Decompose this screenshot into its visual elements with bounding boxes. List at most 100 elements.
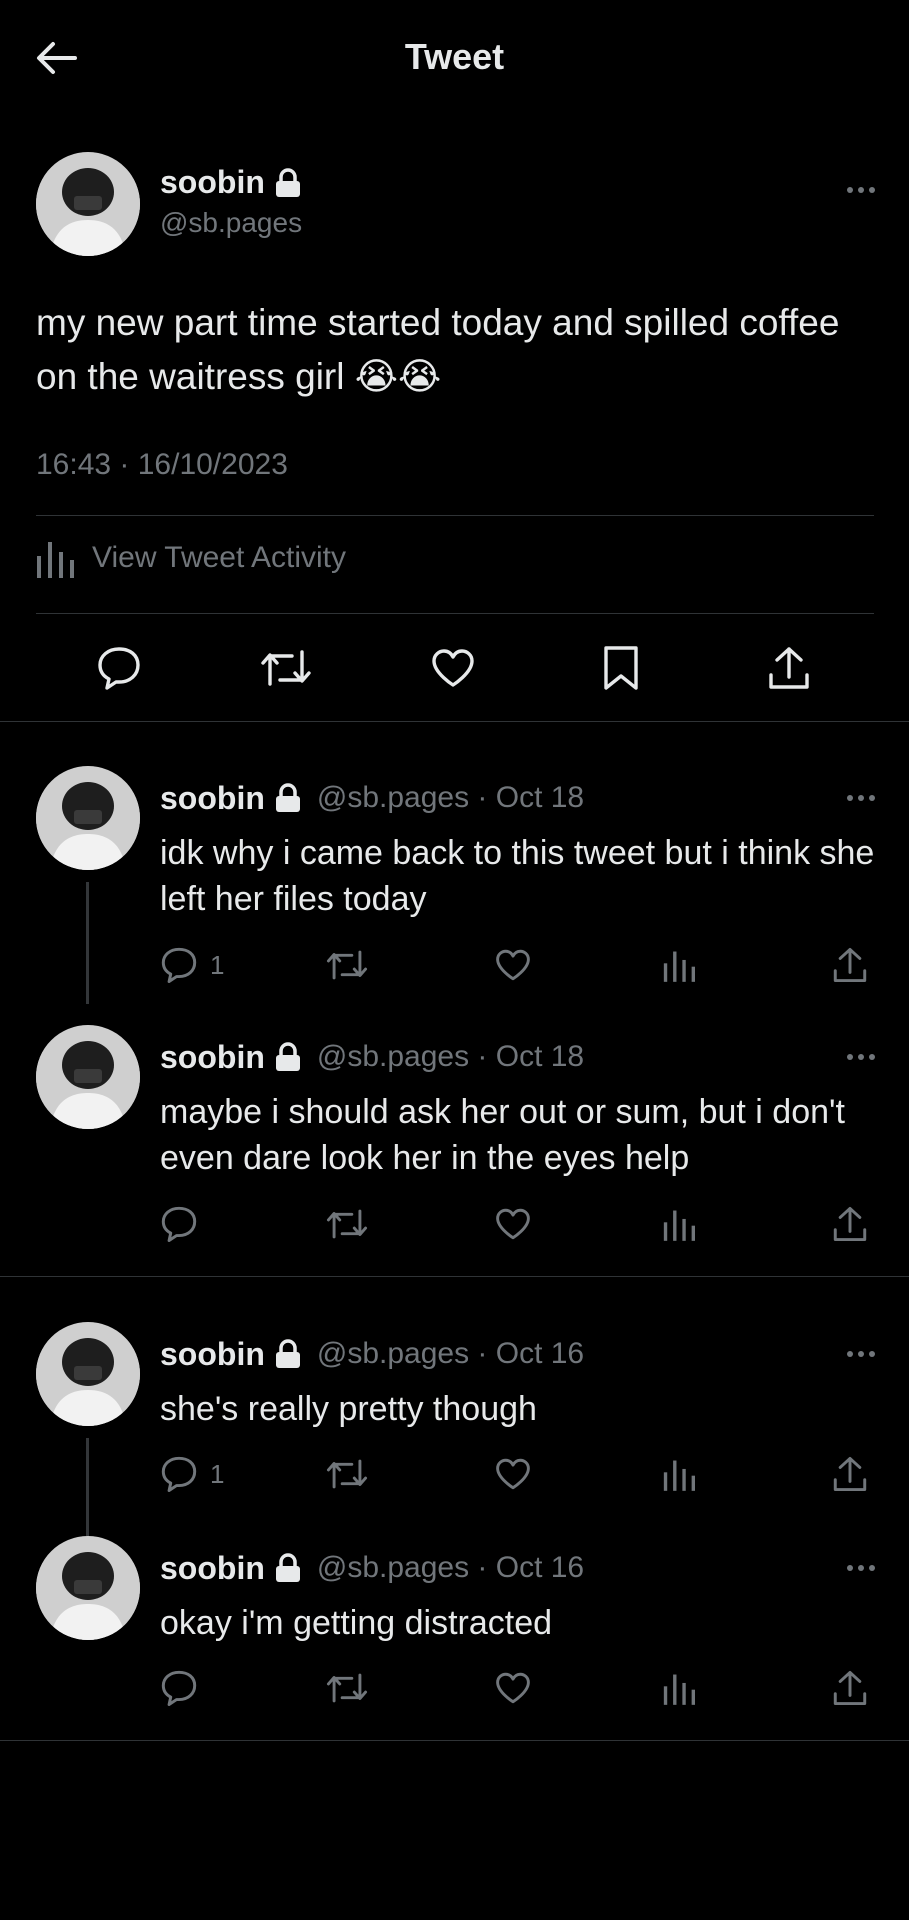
avatar[interactable] — [36, 766, 140, 870]
like-button[interactable] — [494, 1449, 532, 1499]
lock-icon — [275, 783, 300, 812]
analytics-icon — [663, 1674, 695, 1705]
reply-button[interactable] — [160, 1199, 210, 1249]
reply-button[interactable] — [87, 636, 151, 700]
heart-icon — [496, 1208, 530, 1240]
reply-meta: @sb.pages · Oct 16 — [316, 1551, 585, 1584]
tweet-text: my new part time started today and spill… — [36, 296, 876, 404]
avatar[interactable] — [36, 1025, 140, 1129]
avatar[interactable] — [36, 1536, 140, 1640]
analytics-button[interactable] — [663, 940, 695, 990]
like-button[interactable] — [494, 940, 532, 990]
share-button[interactable] — [832, 1449, 868, 1499]
heart-icon — [496, 949, 530, 981]
reply-count: 1 — [210, 949, 225, 980]
top-bar: Tweet — [0, 0, 909, 118]
divider — [0, 1740, 909, 1741]
reply-header: soobin @sb.pages · Oct 16 — [160, 1332, 584, 1376]
retweet-button[interactable] — [326, 1199, 368, 1249]
bookmark-button[interactable] — [589, 636, 653, 700]
avatar[interactable] — [36, 152, 140, 256]
analytics-button[interactable] — [663, 1663, 695, 1713]
view-tweet-activity-button[interactable]: View Tweet Activity — [36, 528, 346, 588]
heart-icon — [432, 649, 474, 687]
analytics-button[interactable] — [663, 1449, 695, 1499]
reply-header: soobin @sb.pages · Oct 18 — [160, 1035, 584, 1079]
more-options-button[interactable] — [841, 1045, 881, 1069]
crying-emoji: 😭 — [354, 355, 398, 398]
share-button[interactable] — [832, 1663, 868, 1713]
retweet-button[interactable] — [326, 940, 368, 990]
reply-header: soobin @sb.pages · Oct 16 — [160, 1546, 584, 1590]
reply-icon — [161, 1670, 197, 1707]
retweet-button[interactable] — [326, 1663, 368, 1713]
reply-meta: @sb.pages · Oct 18 — [316, 781, 585, 814]
reply-button[interactable]: 1 — [160, 1449, 224, 1499]
avatar[interactable] — [36, 1322, 140, 1426]
share-button[interactable] — [757, 636, 821, 700]
like-button[interactable] — [494, 1663, 532, 1713]
reply-button[interactable]: 1 — [160, 940, 224, 990]
divider — [36, 515, 874, 516]
more-horizontal-icon — [847, 1351, 875, 1357]
lock-icon — [275, 1553, 300, 1582]
divider — [36, 613, 874, 614]
heart-icon — [496, 1458, 530, 1490]
heart-icon — [496, 1672, 530, 1704]
bookmark-icon — [604, 646, 638, 690]
reply-actions — [160, 1199, 882, 1249]
reply-button[interactable] — [160, 1663, 210, 1713]
author-name[interactable]: soobin — [160, 1039, 265, 1076]
share-icon — [833, 1670, 867, 1706]
analytics-button[interactable] — [663, 1199, 695, 1249]
share-button[interactable] — [832, 940, 868, 990]
author-handle: @sb.pages — [160, 207, 303, 238]
reply-header: soobin @sb.pages · Oct 18 — [160, 776, 584, 820]
reply-text: maybe i should ask her out or sum, but i… — [160, 1093, 845, 1177]
reply-tweet[interactable]: soobin @sb.pages · Oct 18 maybe i should… — [0, 1025, 909, 1255]
more-horizontal-icon — [847, 1565, 875, 1571]
more-options-button[interactable] — [841, 1342, 881, 1366]
retweet-icon — [326, 950, 368, 980]
more-options-button[interactable] — [841, 178, 881, 202]
reply-actions: 1 — [160, 940, 882, 990]
reply-actions — [160, 1663, 882, 1713]
reply-tweet[interactable]: soobin @sb.pages · Oct 16 she's really p… — [0, 1322, 909, 1538]
share-icon — [833, 947, 867, 983]
thread-line — [86, 1438, 89, 1538]
activity-label: View Tweet Activity — [92, 541, 347, 574]
more-horizontal-icon — [847, 187, 875, 193]
author-name[interactable]: soobin — [160, 1550, 265, 1587]
reply-actions: 1 — [160, 1449, 882, 1499]
reply-count: 1 — [210, 1458, 225, 1489]
more-options-button[interactable] — [841, 786, 881, 810]
like-button[interactable] — [494, 1199, 532, 1249]
share-button[interactable] — [832, 1199, 868, 1249]
reply-tweet[interactable]: soobin @sb.pages · Oct 18 idk why i came… — [0, 766, 909, 1016]
main-tweet: soobin @sb.pages my new part time starte… — [0, 118, 909, 722]
author-name[interactable]: soobin — [160, 780, 265, 817]
reply-text: idk why i came back to this tweet but i … — [160, 834, 875, 918]
analytics-icon — [663, 1460, 695, 1491]
retweet-button[interactable] — [254, 636, 318, 700]
lock-icon — [275, 1042, 300, 1071]
author-name[interactable]: soobin — [160, 164, 301, 201]
reply-icon — [161, 1456, 197, 1493]
retweet-icon — [326, 1673, 368, 1703]
more-options-button[interactable] — [841, 1556, 881, 1580]
author-name-text: soobin — [160, 164, 265, 200]
retweet-icon — [261, 650, 311, 686]
share-icon — [833, 1206, 867, 1242]
reply-text: she's really pretty though — [160, 1390, 537, 1428]
tweet-timestamp: 16:43 · 16/10/2023 — [36, 448, 288, 481]
main-tweet-actions — [0, 618, 909, 722]
reply-text: okay i'm getting distracted — [160, 1604, 553, 1642]
divider — [0, 721, 909, 722]
divider — [0, 1276, 909, 1277]
reply-icon — [161, 947, 197, 984]
reply-icon — [161, 1206, 197, 1243]
reply-tweet[interactable]: soobin @sb.pages · Oct 16 okay i'm getti… — [0, 1536, 909, 1736]
like-button[interactable] — [421, 636, 485, 700]
retweet-button[interactable] — [326, 1449, 368, 1499]
author-name[interactable]: soobin — [160, 1336, 265, 1373]
